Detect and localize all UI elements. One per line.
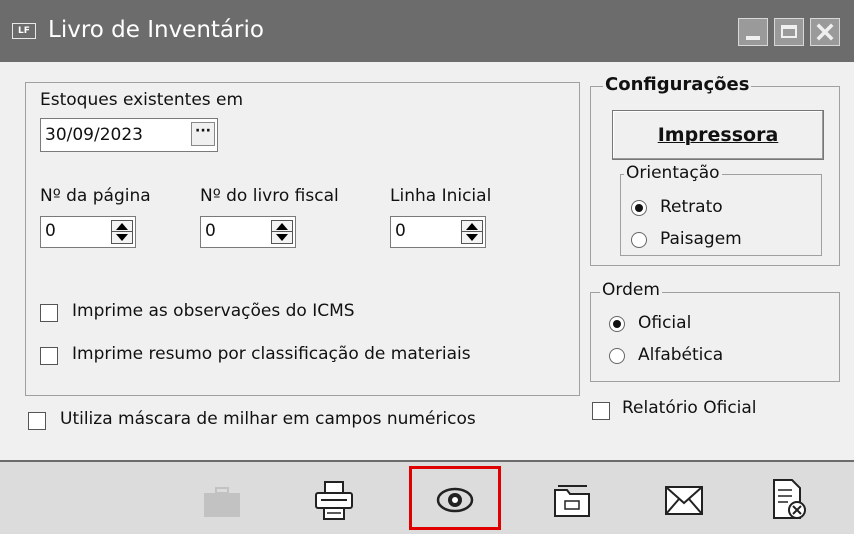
alphabetic-order-radio[interactable] [609, 348, 625, 364]
date-picker-button[interactable]: ··· [191, 122, 215, 146]
bottom-toolbar [0, 460, 854, 534]
icms-checkbox[interactable] [40, 304, 58, 322]
stock-date-label: Estoques existentes em [40, 90, 244, 110]
initial-line-value: 0 [395, 221, 406, 241]
summary-label: Imprime resumo por classificação de mate… [72, 344, 471, 364]
order-legend: Ordem [600, 280, 662, 300]
stock-date-field[interactable]: 30/09/2023 ··· [40, 118, 218, 152]
briefcase-icon[interactable] [198, 476, 246, 524]
printer-icon[interactable] [310, 476, 358, 524]
minimize-icon [746, 36, 760, 40]
maximize-button[interactable] [774, 18, 804, 46]
fiscal-book-label: Nº do livro fiscal [200, 186, 339, 206]
spinner-arrows-icon[interactable] [461, 220, 483, 244]
summary-checkbox[interactable] [40, 347, 58, 365]
spinner-arrows-icon[interactable] [111, 220, 133, 244]
official-report-checkbox[interactable] [592, 402, 610, 420]
minimize-button[interactable] [738, 18, 768, 46]
page-number-spinner[interactable]: 0 [40, 216, 136, 248]
icms-label: Imprime as observações do ICMS [72, 301, 355, 321]
fiscal-book-value: 0 [205, 221, 216, 241]
page-number-label: Nº da página [40, 186, 151, 206]
window-client: Estoques existentes em 30/09/2023 ··· Nº… [0, 62, 854, 534]
spinner-arrows-icon[interactable] [271, 220, 293, 244]
stock-date-value: 30/09/2023 [45, 125, 143, 145]
orientation-legend: Orientação [624, 163, 722, 183]
initial-line-label: Linha Inicial [390, 186, 492, 206]
printer-button[interactable]: Impressora [612, 110, 824, 160]
portrait-radio[interactable] [631, 200, 647, 216]
folder-icon[interactable] [549, 476, 597, 524]
official-report-label: Relatório Oficial [622, 398, 757, 418]
alphabetic-order-label: Alfabética [638, 345, 724, 365]
official-order-radio[interactable] [609, 316, 625, 332]
close-icon [816, 23, 834, 41]
close-button[interactable] [810, 18, 840, 46]
title-bar: LF Livro de Inventário [0, 0, 854, 62]
envelope-icon[interactable] [660, 476, 708, 524]
app-icon: LF [12, 23, 36, 39]
preview-highlight [409, 466, 501, 530]
portrait-label: Retrato [660, 197, 723, 217]
landscape-radio[interactable] [631, 232, 647, 248]
thousand-mask-label: Utiliza máscara de milhar em campos numé… [60, 409, 476, 429]
page-number-value: 0 [45, 221, 56, 241]
window-title: Livro de Inventário [48, 17, 264, 43]
maximize-icon [781, 25, 797, 38]
close-document-icon[interactable] [764, 476, 812, 524]
fiscal-book-spinner[interactable]: 0 [200, 216, 296, 248]
thousand-mask-checkbox[interactable] [28, 412, 46, 430]
official-order-label: Oficial [638, 313, 692, 333]
config-title: Configurações [603, 74, 752, 95]
order-group [590, 292, 840, 382]
initial-line-spinner[interactable]: 0 [390, 216, 486, 248]
landscape-label: Paisagem [660, 229, 742, 249]
